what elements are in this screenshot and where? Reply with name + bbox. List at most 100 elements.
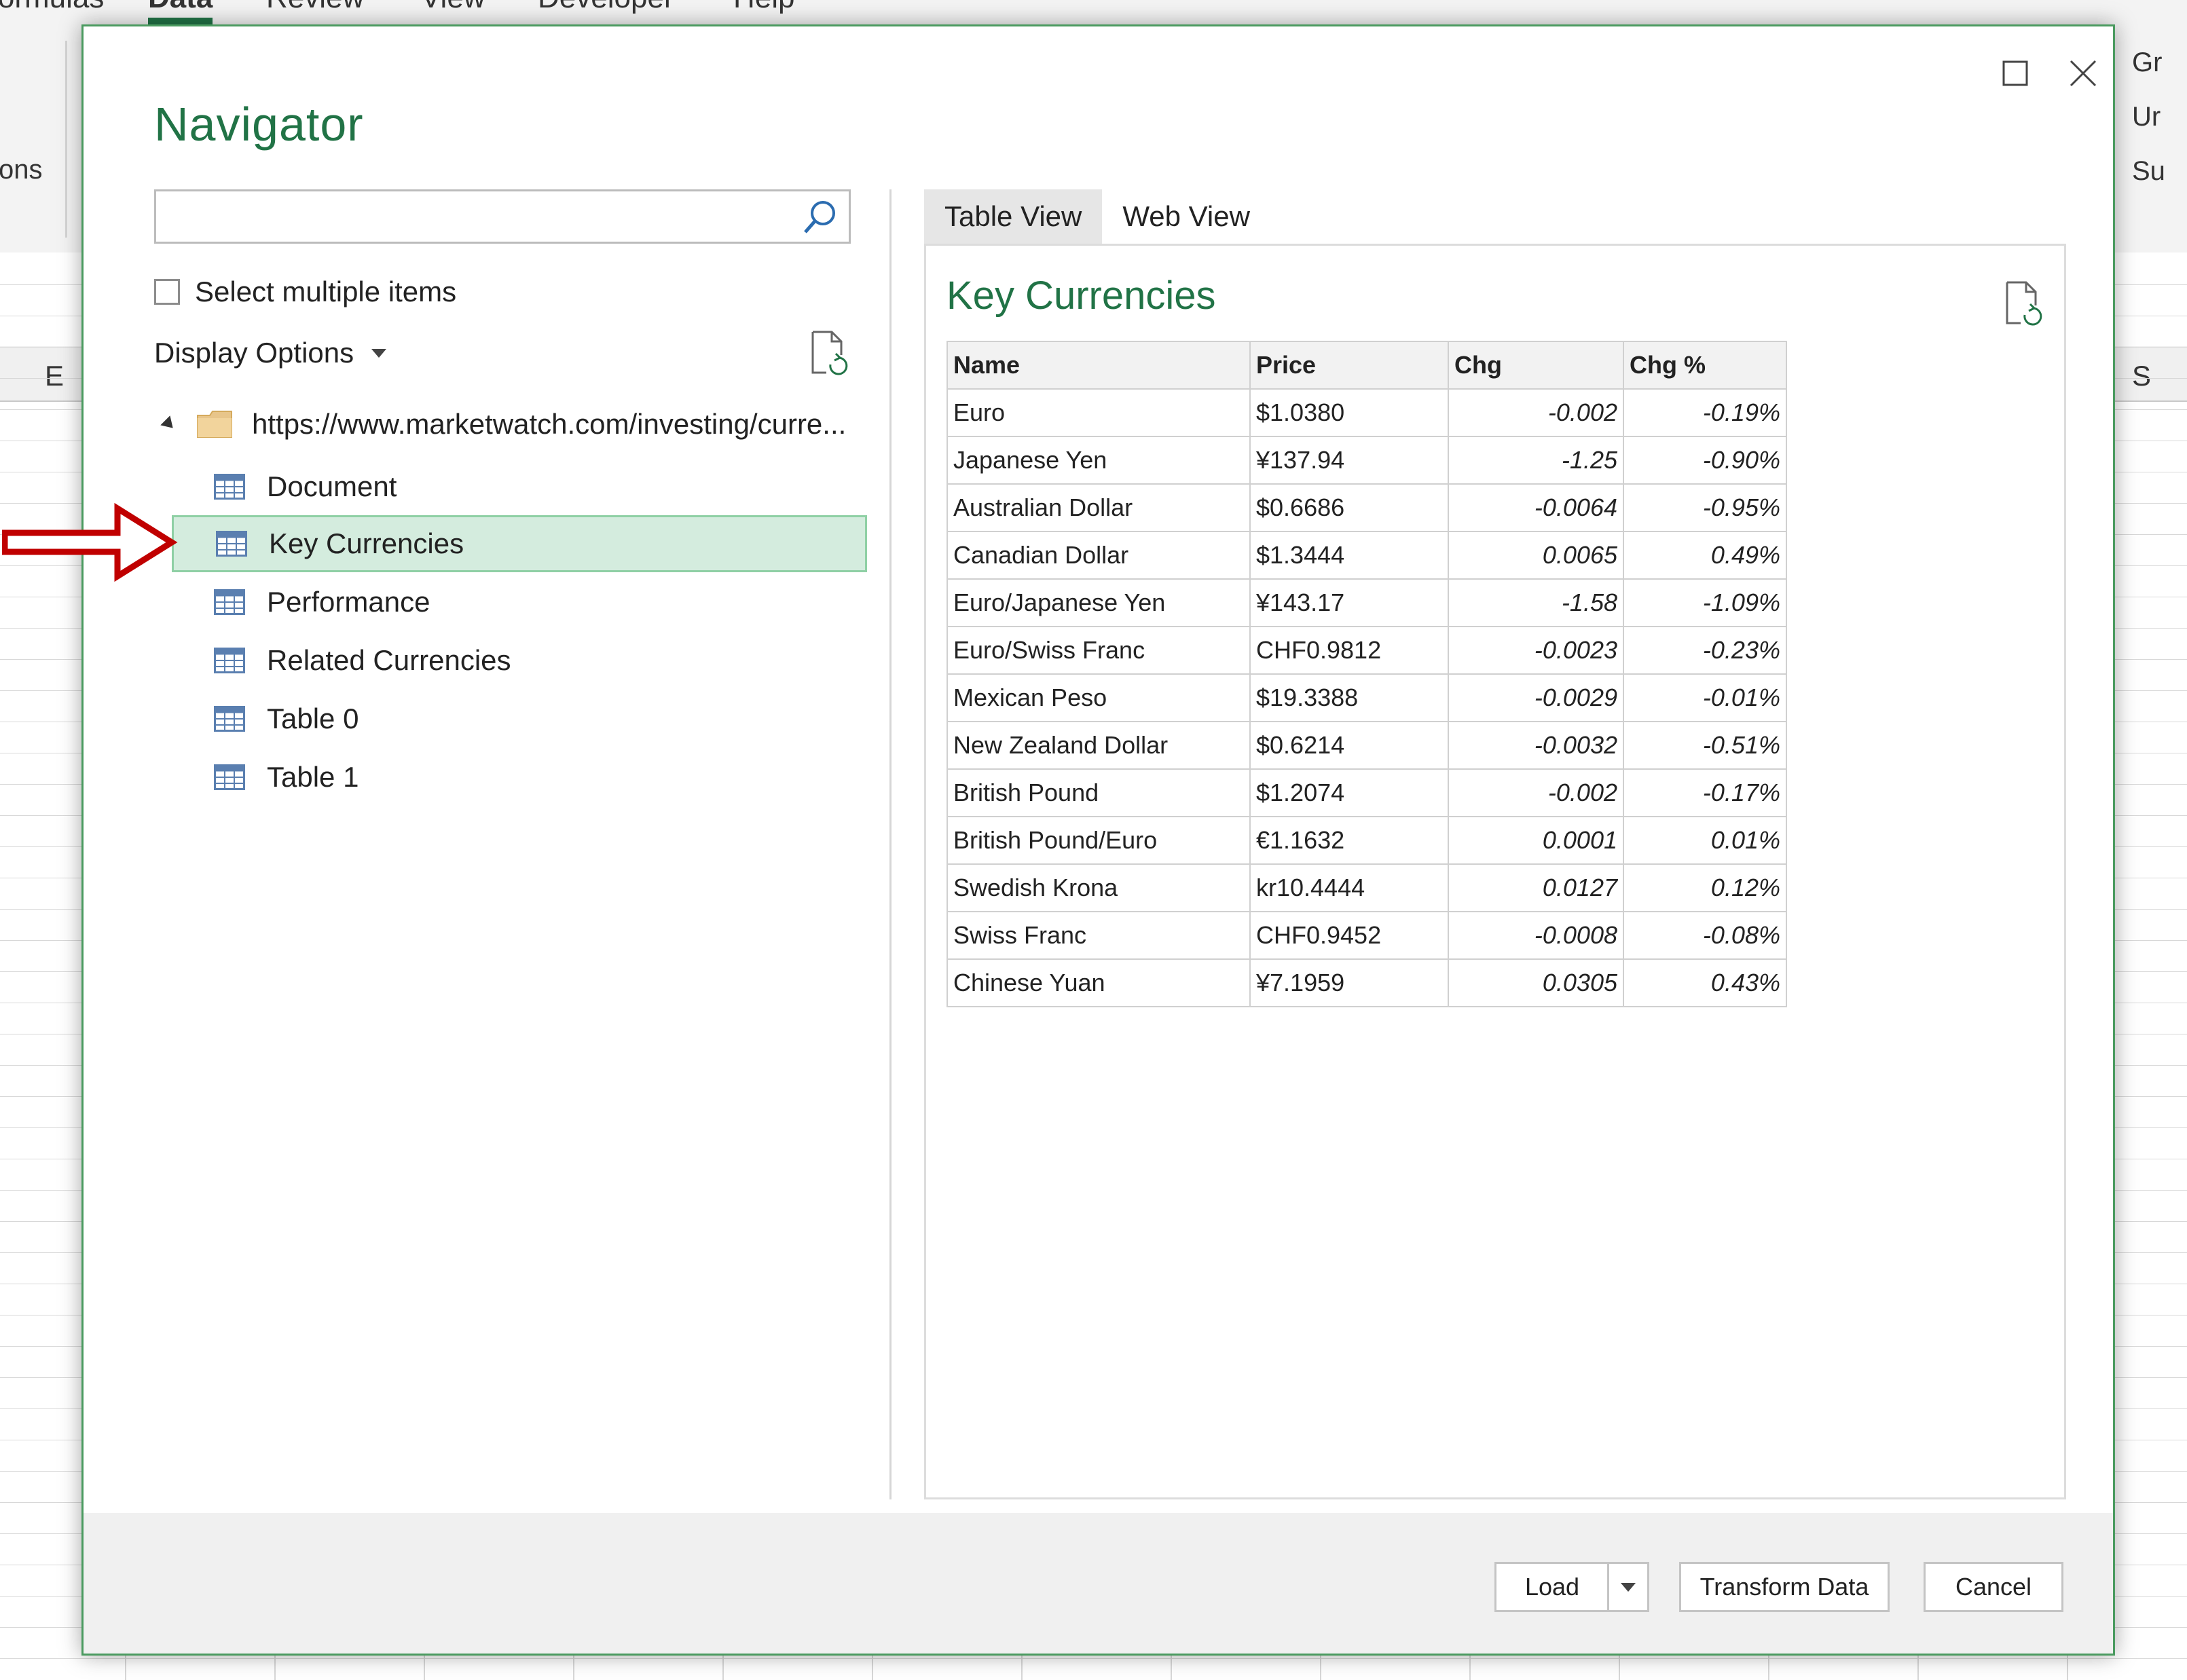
tree-item-label: Key Currencies — [269, 527, 464, 559]
select-multiple-checkbox[interactable] — [154, 279, 180, 305]
table-icon — [214, 648, 245, 673]
tree-item-label: Performance — [267, 586, 430, 618]
table-cell: -0.0008 — [1448, 911, 1624, 960]
table-cell: 0.49% — [1623, 531, 1787, 580]
table-cell: 0.43% — [1623, 958, 1787, 1007]
column-header: Price — [1249, 341, 1449, 390]
tree-root-label: https://www.marketwatch.com/investing/cu… — [252, 408, 847, 440]
table-cell: 0.0305 — [1448, 958, 1624, 1007]
column-header: Name — [947, 341, 1251, 390]
search-input[interactable] — [156, 191, 779, 243]
table-row: Euro $1.0380 -0.002 -0.19% — [947, 388, 1787, 437]
tree-item-table-0[interactable]: Table 0 — [172, 690, 867, 747]
ribbon-tab-developer[interactable]: Developer — [538, 0, 674, 15]
table-cell: New Zealand Dollar — [947, 721, 1251, 770]
table-cell: Euro/Swiss Franc — [947, 626, 1251, 675]
table-cell: 0.0065 — [1448, 531, 1624, 580]
table-cell: Australian Dollar — [947, 483, 1251, 532]
display-options-dropdown[interactable]: Display Options — [154, 329, 387, 377]
select-multiple-items[interactable]: Select multiple items — [154, 268, 456, 316]
table-cell: CHF0.9452 — [1249, 911, 1449, 960]
maximize-button[interactable] — [1985, 43, 2046, 104]
column-header: Chg % — [1623, 341, 1787, 390]
table-cell: -1.58 — [1448, 578, 1624, 627]
table-cell: -0.0029 — [1448, 673, 1624, 722]
table-icon — [216, 531, 247, 557]
preview-pane: Key Currencies Name Price Chg Chg % Euro… — [924, 244, 2066, 1499]
ribbon-tab-data[interactable]: Data — [148, 0, 213, 24]
table-cell: -0.19% — [1623, 388, 1787, 437]
table-cell: ¥7.1959 — [1249, 958, 1449, 1007]
table-cell: 0.0127 — [1448, 863, 1624, 912]
table-cell: -0.0023 — [1448, 626, 1624, 675]
tree-item-label: Table 1 — [267, 761, 359, 793]
table-cell: -0.17% — [1623, 768, 1787, 817]
tree-item-label: Table 0 — [267, 703, 359, 734]
ribbon-tab-formulas[interactable]: Formulas — [0, 0, 104, 15]
table-cell: British Pound/Euro — [947, 816, 1251, 865]
table-cell: kr10.4444 — [1249, 863, 1449, 912]
ribbon-item-subtotal[interactable]: Su — [2132, 156, 2165, 187]
refresh-icon[interactable] — [809, 329, 849, 377]
table-cell: 0.12% — [1623, 863, 1787, 912]
table-cell: ¥137.94 — [1249, 436, 1449, 485]
tree-expand-icon[interactable] — [160, 415, 178, 433]
dialog-footer: Load Transform Data Cancel — [84, 1513, 2113, 1654]
cancel-button[interactable]: Cancel — [1924, 1562, 2063, 1612]
tree-item-document[interactable]: Document — [172, 458, 867, 515]
tree-item-key-currencies[interactable]: Key Currencies — [172, 515, 867, 572]
table-cell: Japanese Yen — [947, 436, 1251, 485]
transform-data-button[interactable]: Transform Data — [1679, 1562, 1890, 1612]
table-row: Chinese Yuan ¥7.1959 0.0305 0.43% — [947, 958, 1787, 1007]
table-cell: $0.6686 — [1249, 483, 1449, 532]
table-cell: Canadian Dollar — [947, 531, 1251, 580]
tree-item-performance[interactable]: Performance — [172, 574, 867, 631]
table-cell: -0.01% — [1623, 673, 1787, 722]
table-row: Euro/Swiss Franc CHF0.9812 -0.0023 -0.23% — [947, 626, 1787, 675]
view-tabs: Table View Web View — [924, 189, 1270, 244]
table-cell: -0.002 — [1448, 768, 1624, 817]
ribbon-tab-help[interactable]: Help — [733, 0, 795, 15]
table-cell: $1.2074 — [1249, 768, 1449, 817]
table-icon — [214, 706, 245, 732]
table-cell: -0.51% — [1623, 721, 1787, 770]
table-row: Canadian Dollar $1.3444 0.0065 0.49% — [947, 531, 1787, 580]
table-icon — [214, 764, 245, 790]
tab-web-view[interactable]: Web View — [1102, 189, 1270, 244]
maximize-icon — [2002, 60, 2028, 86]
ribbon-item-ungroup[interactable]: Ur — [2132, 102, 2161, 132]
ribbon-fragment-options[interactable]: ons — [0, 155, 43, 185]
search-icon[interactable] — [800, 197, 841, 238]
ribbon-item-group[interactable]: Gr — [2132, 48, 2162, 78]
tab-table-view[interactable]: Table View — [924, 189, 1103, 244]
table-cell: $0.6214 — [1249, 721, 1449, 770]
display-options-label: Display Options — [154, 337, 354, 369]
table-cell: -1.25 — [1448, 436, 1624, 485]
load-button[interactable]: Load — [1494, 1562, 1610, 1612]
tree-item-table-1[interactable]: Table 1 — [172, 749, 867, 806]
load-options-button[interactable] — [1607, 1562, 1649, 1612]
table-cell: -0.23% — [1623, 626, 1787, 675]
tree-root-node[interactable]: https://www.marketwatch.com/investing/cu… — [160, 397, 847, 451]
ribbon-tab-review[interactable]: Review — [266, 0, 364, 15]
folder-icon — [197, 411, 232, 438]
table-cell: 0.01% — [1623, 816, 1787, 865]
table-cell: 0.0001 — [1448, 816, 1624, 865]
table-row: Swedish Krona kr10.4444 0.0127 0.12% — [947, 863, 1787, 912]
table-cell: $1.0380 — [1249, 388, 1449, 437]
refresh-icon[interactable] — [2003, 280, 2044, 327]
table-cell: Swiss Franc — [947, 911, 1251, 960]
ribbon-separator — [65, 41, 67, 238]
search-box[interactable] — [154, 189, 851, 244]
table-cell: -1.09% — [1623, 578, 1787, 627]
table-row: Japanese Yen ¥137.94 -1.25 -0.90% — [947, 436, 1787, 485]
table-row: Australian Dollar $0.6686 -0.0064 -0.95% — [947, 483, 1787, 532]
table-cell: ¥143.17 — [1249, 578, 1449, 627]
select-multiple-label: Select multiple items — [195, 276, 457, 307]
close-button[interactable] — [2053, 43, 2114, 104]
table-cell: Chinese Yuan — [947, 958, 1251, 1007]
pane-splitter[interactable] — [889, 189, 892, 1499]
table-cell: $1.3444 — [1249, 531, 1449, 580]
tree-item-related-currencies[interactable]: Related Currencies — [172, 632, 867, 689]
ribbon-tab-view[interactable]: View — [421, 0, 485, 15]
